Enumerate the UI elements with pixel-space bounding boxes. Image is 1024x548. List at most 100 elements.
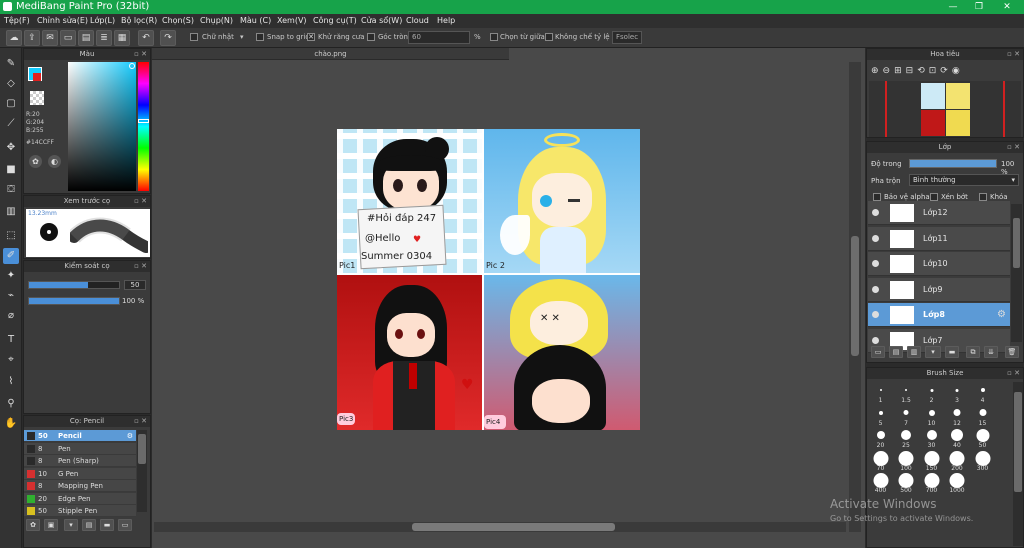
brush-size-slider[interactable] xyxy=(28,281,120,289)
clipping-checkbox[interactable] xyxy=(930,193,938,201)
brush-size-option[interactable]: 200 xyxy=(945,450,970,472)
menu-edit[interactable]: Chỉnh sửa(E) xyxy=(37,14,88,28)
brush-size-value[interactable]: 50 xyxy=(124,280,146,290)
brush-size-option[interactable]: 500 xyxy=(894,472,919,494)
comment-icon[interactable]: ✉ xyxy=(42,30,58,46)
transparent-color[interactable] xyxy=(30,91,44,105)
rect-tool-icon[interactable]: ▢ xyxy=(3,96,19,112)
new-color-layer-icon[interactable]: ▤ xyxy=(889,346,903,358)
menu-window[interactable]: Cửa sổ(W) xyxy=(361,14,402,28)
undo-icon[interactable]: ↶ xyxy=(138,30,154,46)
visibility-eye-icon[interactable] xyxy=(872,260,879,267)
brush-size-option[interactable]: 150 xyxy=(919,450,944,472)
brush-size-option[interactable]: 700 xyxy=(919,472,944,494)
menu-cloud[interactable]: Cloud xyxy=(406,14,429,28)
brush-size-option[interactable]: 10 xyxy=(919,405,944,427)
menu-tools[interactable]: Công cụ(T) xyxy=(313,14,357,28)
antialias-checkbox[interactable]: ✕ xyxy=(307,33,315,41)
panel-close-icon[interactable]: ▫ ✕ xyxy=(134,49,147,60)
brush-size-option[interactable]: 12 xyxy=(945,405,970,427)
fit-icon[interactable]: ⊞ xyxy=(894,66,906,76)
visibility-eye-icon[interactable] xyxy=(872,234,879,242)
corner-value-input[interactable]: 60 xyxy=(408,31,470,44)
panel-close-icon[interactable]: ▫ ✕ xyxy=(1007,49,1020,60)
color-cursor[interactable] xyxy=(129,63,135,69)
list-icon[interactable]: ≣ xyxy=(96,30,112,46)
gear-icon[interactable]: ⚙ xyxy=(127,430,133,442)
hand-tool-icon[interactable]: ✋ xyxy=(3,416,19,432)
visibility-eye-icon[interactable] xyxy=(872,285,879,293)
extra-input[interactable]: Fsolec xyxy=(612,31,642,44)
brush-size-option[interactable]: 50 xyxy=(970,427,995,449)
brush-size-option[interactable]: 15 xyxy=(970,405,995,427)
delete-layer-icon[interactable]: 🗑 xyxy=(1005,346,1019,358)
brush-size-option[interactable]: 30 xyxy=(919,427,944,449)
duplicate-layer-icon[interactable]: ⧉ xyxy=(966,346,980,358)
zoom-out-icon[interactable]: ⊖ xyxy=(883,66,895,76)
snap-grid-checkbox[interactable] xyxy=(256,33,264,41)
artwork-canvas[interactable]: #Hỏi đáp 247 @Hello ♥ Summer 0304 Pic1 P… xyxy=(337,129,640,430)
layer-row[interactable]: Lớp12 xyxy=(868,201,1010,225)
layer-add-menu-icon[interactable]: ▾ xyxy=(925,346,941,358)
brush-size-option[interactable]: 5 xyxy=(868,405,893,427)
brush-folder-icon[interactable]: ▣ xyxy=(44,519,58,531)
brush-opacity-slider[interactable] xyxy=(28,297,120,305)
merge-layer-icon[interactable]: ⇊ xyxy=(984,346,998,358)
brush-item[interactable]: #d8c02050 Stipple Pen xyxy=(24,505,136,517)
layer-opacity-slider[interactable] xyxy=(909,159,997,168)
bucket-tool-icon[interactable]: ⛋ xyxy=(3,182,19,198)
panel-close-icon[interactable]: ▫ ✕ xyxy=(1007,368,1020,379)
protect-alpha-checkbox[interactable] xyxy=(873,193,881,201)
document-tab[interactable]: chào.png xyxy=(152,48,509,60)
visibility-eye-icon[interactable] xyxy=(872,209,879,216)
menu-layer[interactable]: Lớp(L) xyxy=(90,14,115,28)
cloud-icon[interactable]: ☁ xyxy=(6,30,22,46)
eyedropper-icon[interactable]: ⚲ xyxy=(3,396,19,412)
move-tool-icon[interactable]: ✥ xyxy=(3,140,19,156)
brush-item[interactable]: #30b03020 Edge Pen xyxy=(24,492,136,505)
layer-scrollbar[interactable] xyxy=(1011,204,1022,342)
layer-folder-icon[interactable]: ▬ xyxy=(945,346,959,358)
visibility-eye-icon[interactable] xyxy=(872,336,879,344)
chat-icon[interactable]: ▭ xyxy=(60,30,76,46)
rotate-icon[interactable]: ⟲ xyxy=(917,66,929,76)
brush-item[interactable]: #2a2a2a8 Pen (Sharp) xyxy=(24,455,136,467)
line-tool-icon[interactable]: ⟋ xyxy=(3,116,19,132)
redo-icon[interactable]: ↷ xyxy=(160,30,176,46)
blend-mode-select[interactable]: Bình thường ▾ xyxy=(909,174,1019,186)
magic-wand-icon[interactable]: ✦ xyxy=(3,268,19,284)
brush-size-option[interactable]: 7 xyxy=(894,405,919,427)
fill-rect-tool-icon[interactable]: ■ xyxy=(3,162,19,178)
visibility-eye-icon[interactable] xyxy=(872,311,879,318)
center-checkbox[interactable] xyxy=(490,33,498,41)
brush-size-option[interactable]: 40 xyxy=(945,427,970,449)
panel-close-icon[interactable]: ▫ ✕ xyxy=(134,416,147,427)
selection-shape-select[interactable]: Chữ nhật xyxy=(202,33,234,41)
brush-size-option[interactable]: 1 xyxy=(868,382,893,404)
chevron-down-icon[interactable]: ▾ xyxy=(240,33,244,41)
brush-open-icon[interactable]: ▬ xyxy=(100,519,114,531)
brush-item[interactable]: #2a2a2a50 Pencil ⚙ xyxy=(24,430,136,442)
flip-icon[interactable]: ⊡ xyxy=(929,66,941,76)
vertical-scrollbar[interactable] xyxy=(849,62,861,532)
add-brush-icon[interactable]: ✿ xyxy=(26,519,40,531)
layer-row[interactable]: Lớp11 xyxy=(868,226,1010,251)
menu-view[interactable]: Xem(V) xyxy=(277,14,307,28)
brush-size-option[interactable]: 4 xyxy=(970,382,995,404)
brush-list-scrollbar[interactable] xyxy=(137,430,147,512)
panel-close-icon[interactable]: ▫ ✕ xyxy=(134,261,147,272)
blur-tool-icon[interactable]: ⌇ xyxy=(3,374,19,390)
select-eraser-icon[interactable]: ⌀ xyxy=(3,308,19,324)
layer-row[interactable]: Lớp8 ⚙ xyxy=(868,303,1010,327)
hue-slider[interactable] xyxy=(138,62,149,191)
zoom-in-icon[interactable]: ⊕ xyxy=(871,66,883,76)
page-icon[interactable]: ▤ xyxy=(78,30,94,46)
pencil-tool-icon[interactable]: ✐ xyxy=(3,248,19,264)
layer-row[interactable]: Lớp9 xyxy=(868,277,1010,302)
brush-size-option[interactable]: 3 xyxy=(945,382,970,404)
saturation-value-picker[interactable] xyxy=(68,62,136,191)
brush-size-option[interactable]: 100 xyxy=(894,450,919,472)
brush-size-option[interactable]: 400 xyxy=(868,472,893,494)
gradient-tool-icon[interactable]: ▥ xyxy=(3,204,19,220)
minimize-button[interactable]: — xyxy=(940,0,966,14)
